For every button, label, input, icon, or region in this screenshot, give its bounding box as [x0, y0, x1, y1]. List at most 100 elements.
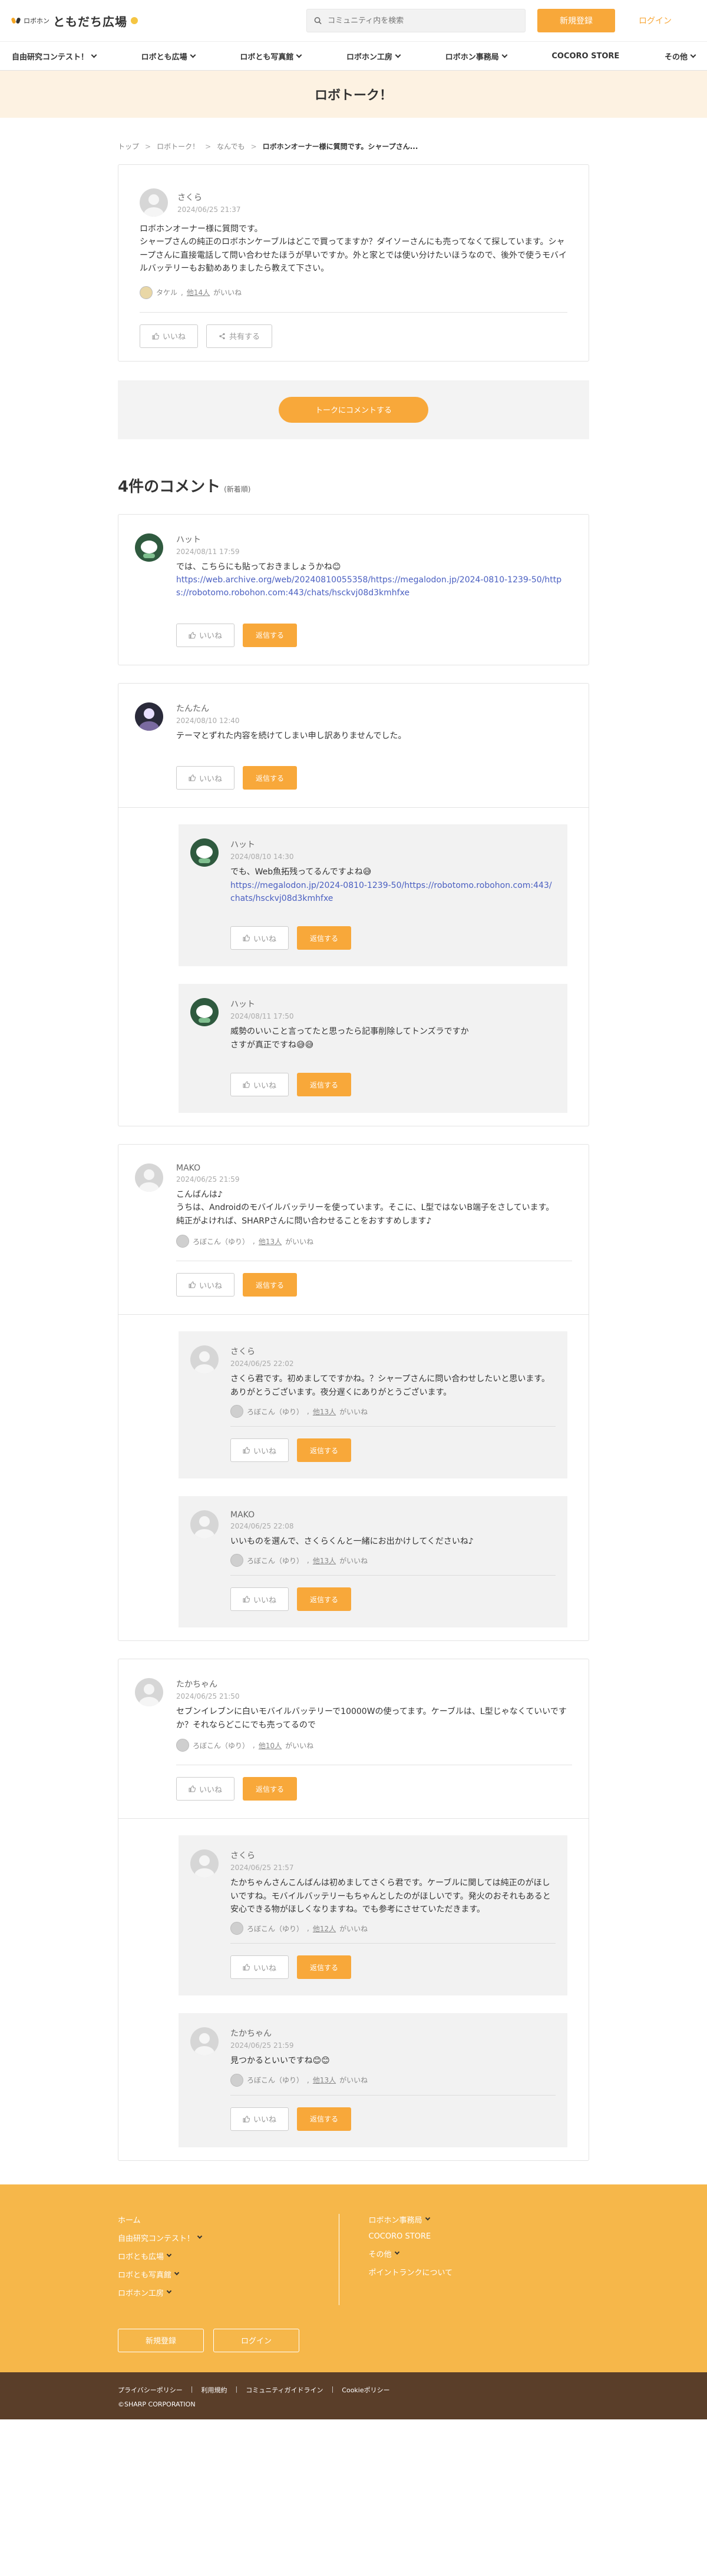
liker-others-link[interactable]: 他13人 — [259, 1236, 282, 1246]
reply-button[interactable]: 返信する — [297, 1587, 352, 1612]
breadcrumb-item[interactable]: なんでも — [217, 141, 245, 151]
reply-button[interactable]: 返信する — [243, 623, 298, 647]
like-button[interactable]: いいね — [176, 766, 235, 790]
footer-link[interactable]: 自由研究コンテスト！ — [118, 2232, 339, 2243]
liker-name[interactable]: ろぼこん（ゆり） — [247, 1407, 303, 1417]
footer-link[interactable]: ロボホン事務局 — [369, 2214, 590, 2225]
comment-link[interactable]: https://megalodon.jp/2024-0810-1239-50/h… — [230, 881, 552, 903]
login-button[interactable]: ログイン — [632, 9, 679, 32]
liker-name[interactable]: ろぼこん（ゆり） — [193, 1236, 249, 1246]
reply-button[interactable]: 返信する — [243, 766, 298, 790]
post-share-button[interactable]: 共有する — [206, 324, 273, 348]
liker-name[interactable]: タケル — [156, 287, 177, 297]
footer-link[interactable]: ロボとも写真館 — [118, 2269, 339, 2280]
footer-login-button[interactable]: ログイン — [213, 2328, 299, 2352]
comment-user-name[interactable]: たかちゃん — [176, 1678, 572, 1690]
comment-user-name[interactable]: さくら — [230, 1345, 556, 1357]
legal-link[interactable]: コミュニティガイドライン — [246, 2385, 323, 2395]
like-button[interactable]: いいね — [230, 2107, 289, 2131]
post-header: さくら 2024/06/25 21:37 — [140, 188, 567, 217]
avatar[interactable] — [135, 533, 163, 562]
like-button[interactable]: いいね — [230, 1955, 289, 1980]
comment-user-name[interactable]: たんたん — [176, 702, 572, 714]
comment-user-name[interactable]: ハット — [230, 838, 556, 850]
avatar[interactable] — [135, 702, 163, 731]
post-user-name[interactable]: さくら — [177, 191, 241, 203]
like-button[interactable]: いいね — [230, 1587, 289, 1612]
nav-item[interactable]: ロボとも広場 — [141, 51, 196, 62]
chevron-down-icon — [190, 52, 196, 58]
nav-item[interactable]: ロボとも写真館 — [240, 51, 302, 62]
reply-button[interactable]: 返信する — [297, 1438, 352, 1463]
divider: | — [331, 2385, 334, 2393]
comment-user-name[interactable]: さくら — [230, 1849, 556, 1861]
liker-others-link[interactable]: 他12人 — [313, 1924, 336, 1934]
reply-button[interactable]: 返信する — [243, 1273, 298, 1297]
comment-user-name[interactable]: ハット — [176, 533, 572, 545]
like-button[interactable]: いいね — [230, 926, 289, 950]
avatar[interactable] — [190, 998, 219, 1027]
reply-button[interactable]: 返信する — [297, 1955, 352, 1980]
footer-link[interactable]: COCORO STORE — [369, 2232, 590, 2241]
reply-button[interactable]: 返信する — [243, 1777, 298, 1801]
avatar[interactable] — [135, 1678, 163, 1707]
nav-item[interactable]: その他 — [665, 51, 696, 62]
liker-name[interactable]: ろぼこん（ゆり） — [247, 1924, 303, 1934]
footer-link[interactable]: ロボとも広場 — [118, 2250, 339, 2262]
comment-user-name[interactable]: たかちゃん — [230, 2027, 556, 2039]
comment-text: 見つかるといいですね😊😊 — [230, 2056, 330, 2066]
avatar[interactable] — [190, 838, 219, 867]
legal-link[interactable]: 利用規約 — [201, 2385, 227, 2395]
search-box[interactable] — [306, 9, 526, 32]
like-button[interactable]: いいね — [230, 1073, 289, 1097]
comment-link[interactable]: https://web.archive.org/web/202408100553… — [176, 575, 561, 598]
signup-button[interactable]: 新規登録 — [537, 9, 615, 32]
footer-link-label: ポイントランクについて — [368, 2268, 453, 2277]
like-button[interactable]: いいね — [176, 1777, 235, 1801]
comment-user-name[interactable]: MAKO — [176, 1163, 572, 1173]
reply-button[interactable]: 返信する — [297, 926, 352, 950]
legal-link[interactable]: Cookieポリシー — [342, 2385, 389, 2395]
comment-user-name[interactable]: MAKO — [230, 1510, 556, 1520]
avatar[interactable] — [190, 1849, 219, 1878]
liker-name[interactable]: ろぼこん（ゆり） — [193, 1740, 249, 1751]
footer-link[interactable]: ロボホン工房 — [118, 2287, 339, 2298]
avatar[interactable] — [190, 1510, 219, 1539]
post-like-button[interactable]: いいね — [140, 324, 199, 348]
breadcrumb-item[interactable]: ロボトーク！ — [157, 141, 199, 151]
nav-item[interactable]: 自由研究コンテスト！ — [12, 51, 97, 62]
search-input[interactable] — [328, 16, 518, 25]
nav-item[interactable]: COCORO STORE — [551, 52, 619, 61]
liker-name[interactable]: ろぼこん（ゆり） — [247, 1556, 303, 1566]
comment-cta-band: トークにコメントする — [118, 380, 589, 439]
like-button[interactable]: いいね — [176, 623, 235, 647]
legal-link[interactable]: プライバシーポリシー — [118, 2385, 183, 2395]
like-button[interactable]: いいね — [176, 1273, 235, 1297]
avatar[interactable] — [190, 1345, 219, 1374]
liker-others-link[interactable]: 他10人 — [259, 1740, 282, 1751]
add-comment-button[interactable]: トークにコメントする — [279, 396, 428, 423]
comment-body: MAKO 2024/06/25 21:59 こんばんは♪ うちは、Androidのモバ… — [176, 1163, 572, 1297]
nav-item[interactable]: ロボホン工房 — [346, 51, 401, 62]
nav-item[interactable]: ロボホン事務局 — [445, 51, 508, 62]
breadcrumb: トップ > ロボトーク！ > なんでも > ロボホンオーナー様に質問です。シャープさん... — [118, 141, 589, 151]
footer-link[interactable]: ポイントランクについて — [369, 2266, 590, 2277]
reply-button[interactable]: 返信する — [297, 2107, 352, 2131]
liker-name[interactable]: ろぼこん（ゆり） — [247, 2075, 303, 2085]
liker-others-link[interactable]: 他14人 — [187, 287, 210, 297]
avatar[interactable] — [135, 1163, 163, 1192]
liker-others-link[interactable]: 他13人 — [313, 2075, 336, 2085]
liker-others-link[interactable]: 他13人 — [313, 1407, 336, 1417]
avatar[interactable] — [140, 188, 168, 217]
like-button[interactable]: いいね — [230, 1438, 289, 1463]
comment-user-name[interactable]: ハット — [230, 998, 556, 1010]
reply-button[interactable]: 返信する — [297, 1073, 352, 1097]
avatar[interactable] — [190, 2027, 219, 2056]
thumbs-up-icon — [243, 934, 250, 941]
breadcrumb-home[interactable]: トップ — [118, 141, 139, 151]
footer-link[interactable]: その他 — [369, 2248, 590, 2259]
footer-signup-button[interactable]: 新規登録 — [118, 2328, 204, 2352]
site-logo[interactable]: ロボホン ともだち広場 — [11, 12, 138, 29]
footer-link[interactable]: ホーム — [118, 2214, 339, 2225]
liker-others-link[interactable]: 他13人 — [313, 1556, 336, 1566]
